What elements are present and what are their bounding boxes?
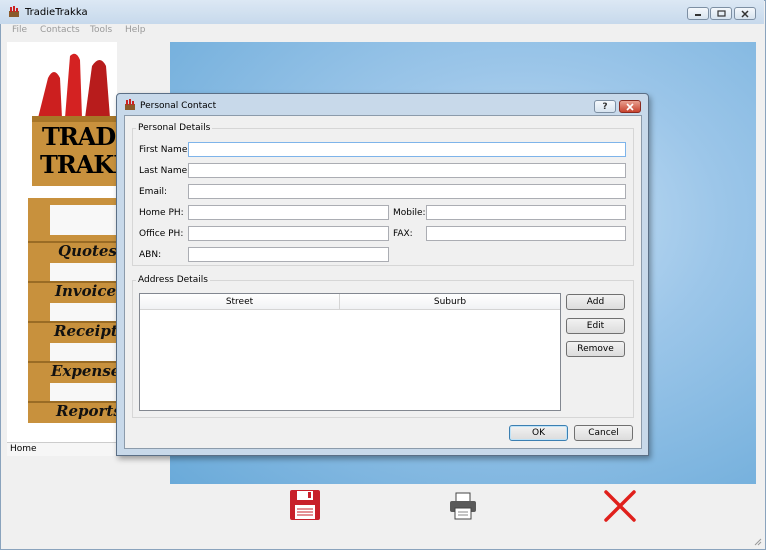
- abn-field[interactable]: [188, 247, 389, 262]
- minimize-button[interactable]: [687, 7, 709, 20]
- menu-contacts[interactable]: Contacts: [40, 25, 80, 35]
- edit-button[interactable]: Edit: [566, 318, 625, 334]
- address-table[interactable]: [139, 293, 561, 411]
- address-details-label: Address Details: [136, 275, 210, 285]
- sidebar-item-reports-label: Reports: [56, 402, 122, 420]
- save-icon: [290, 490, 320, 520]
- email-label: Email:: [139, 187, 168, 197]
- fax-label: FAX:: [393, 229, 413, 239]
- fax-field[interactable]: [426, 226, 626, 241]
- home-ph-field[interactable]: [188, 205, 389, 220]
- close-icon: [741, 9, 749, 18]
- app-icon: [8, 6, 20, 18]
- column-header-suburb[interactable]: Suburb: [340, 294, 560, 310]
- mobile-field[interactable]: [426, 205, 626, 220]
- dialog-close-button[interactable]: [619, 100, 641, 113]
- bottom-toolbar: [1, 484, 763, 548]
- restore-button[interactable]: [710, 7, 732, 20]
- first-name-label: First Name:: [139, 145, 191, 155]
- menu-tools[interactable]: Tools: [90, 25, 112, 35]
- resize-grip[interactable]: [752, 536, 762, 546]
- dialog-title: Personal Contact: [140, 101, 217, 111]
- minimize-icon: [695, 13, 701, 16]
- title-bar: [0, 0, 764, 24]
- paper: [50, 205, 120, 235]
- print-button[interactable]: [447, 491, 479, 521]
- menu-file[interactable]: File: [12, 25, 27, 35]
- office-ph-label: Office PH:: [139, 229, 184, 239]
- first-name-field[interactable]: [188, 142, 626, 157]
- sidebar-item-invoices-label: Invoices: [55, 282, 125, 300]
- help-icon: ?: [602, 101, 608, 112]
- cancel-button[interactable]: Cancel: [574, 425, 633, 441]
- close-icon: [604, 490, 636, 522]
- office-ph-field[interactable]: [188, 226, 389, 241]
- home-ph-label: Home PH:: [139, 208, 184, 218]
- abn-label: ABN:: [139, 250, 162, 260]
- paper: [50, 303, 120, 321]
- personal-details-label: Personal Details: [136, 123, 213, 133]
- add-button[interactable]: Add: [566, 294, 625, 310]
- menu-help[interactable]: Help: [125, 25, 146, 35]
- paper: [50, 343, 120, 361]
- last-name-label: Last Name:: [139, 166, 191, 176]
- dialog-help-button[interactable]: ?: [594, 100, 616, 113]
- mobile-label: Mobile:: [393, 208, 426, 218]
- close-window-button[interactable]: [734, 7, 756, 20]
- close-icon: [626, 102, 634, 111]
- remove-button[interactable]: Remove: [566, 341, 625, 357]
- menu-bar: [1, 24, 763, 39]
- window-title: TradieTrakka: [25, 7, 88, 18]
- column-header-street[interactable]: Street: [140, 294, 340, 310]
- email-field[interactable]: [188, 184, 626, 199]
- sidebar-item-quotes-label: Quotes: [58, 242, 117, 260]
- print-icon: [450, 492, 476, 520]
- last-name-field[interactable]: [188, 163, 626, 178]
- paper: [50, 263, 120, 281]
- dialog-app-icon: [124, 99, 136, 111]
- ok-button[interactable]: OK: [509, 425, 568, 441]
- exit-button[interactable]: [602, 488, 638, 524]
- restore-icon: [716, 10, 726, 17]
- paper: [50, 383, 120, 401]
- status-home: Home: [7, 442, 117, 456]
- save-button[interactable]: [288, 488, 322, 522]
